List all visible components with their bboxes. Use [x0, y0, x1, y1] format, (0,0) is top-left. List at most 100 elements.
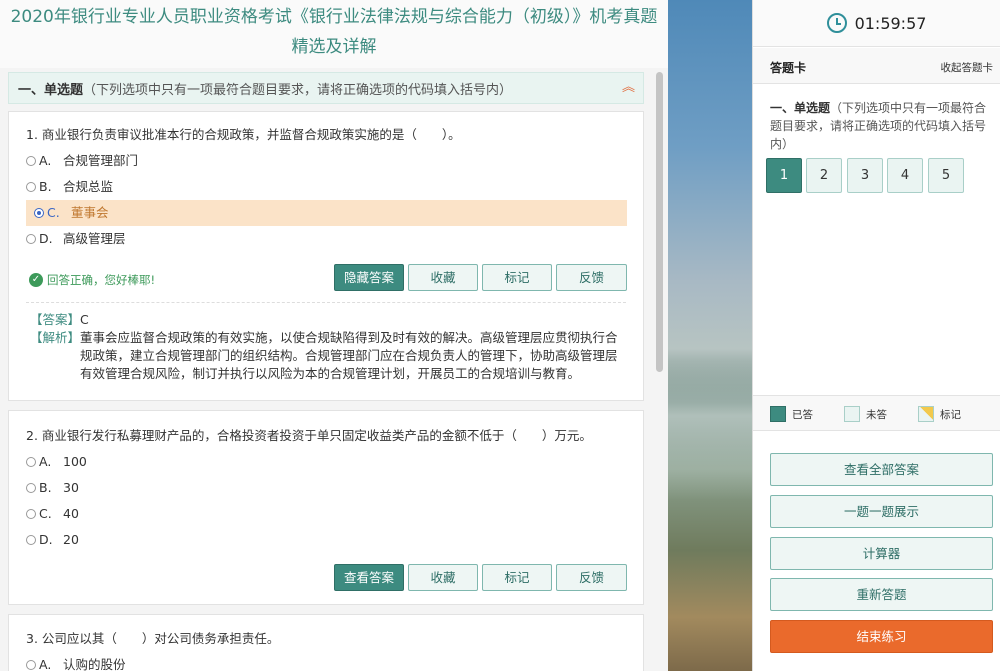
radio-selected-icon[interactable] — [34, 208, 44, 218]
question-text: 2. 商业银行发行私募理财产品的，合格投资者投资于单只固定收益类产品的金额不低于… — [26, 428, 592, 443]
option-d[interactable]: D. 高级管理层 — [26, 226, 126, 252]
option-text: 高级管理层 — [63, 231, 126, 246]
legend-label: 未答 — [866, 408, 887, 421]
option-a[interactable]: A. 合规管理部门 — [26, 148, 138, 174]
one-by-one-button[interactable]: 一题一题展示 — [770, 495, 993, 528]
answer-line: 【答案】 C — [30, 311, 89, 329]
answer-value: C — [80, 312, 89, 327]
legend-label: 标记 — [940, 408, 961, 421]
question-number-3[interactable]: 3 — [847, 158, 883, 193]
scrollbar[interactable] — [656, 72, 664, 671]
option-text: 30 — [63, 480, 79, 495]
question-card-1: 1. 商业银行负责审议批准本行的合规政策，并监督合规政策实施的是（ ）。 A. … — [8, 111, 644, 401]
option-text: 认购的股份 — [63, 657, 126, 671]
page-title: 2020年银行业专业人员职业资格考试《银行业法律法规与综合能力（初级）》机考真题… — [0, 0, 668, 68]
check-circle-icon: ✓ — [29, 273, 43, 287]
question-number-4[interactable]: 4 — [887, 158, 923, 193]
correct-feedback: ✓ 回答正确，您好棒耶! — [29, 272, 155, 288]
page-title-line2: 精选及详解 — [291, 37, 377, 57]
collapse-answer-card-link[interactable]: 收起答题卡 — [941, 60, 994, 75]
radio-icon[interactable] — [26, 660, 36, 670]
option-text: 100 — [63, 454, 87, 469]
legend-marked: 标记 — [918, 406, 961, 422]
answer-card-title: 答题卡 — [770, 61, 807, 75]
option-b[interactable]: B. 30 — [26, 475, 79, 501]
section-header: 一、单选题 （下列选项中只有一项最符合题目要求，请将正确选项的代码填入括号内） … — [8, 72, 644, 104]
question-card-3: 3. 公司应以其（ ）对公司债务承担责任。 A. 认购的股份 — [8, 614, 644, 671]
option-text: 合规管理部门 — [63, 153, 139, 168]
feedback-text: 回答正确，您好棒耶! — [47, 273, 156, 287]
timer: 01:59:57 — [753, 0, 1000, 47]
question-number-5[interactable]: 5 — [928, 158, 964, 193]
hide-answer-button[interactable]: 隐藏答案 — [334, 264, 404, 291]
option-letter: C. — [47, 205, 60, 220]
mark-button[interactable]: 标记 — [482, 264, 552, 291]
view-answer-button[interactable]: 查看答案 — [334, 564, 404, 591]
restart-button[interactable]: 重新答题 — [770, 578, 993, 611]
section-description: （下列选项中只有一项最符合题目要求，请将正确选项的代码填入括号内） — [83, 82, 513, 98]
option-text: 董事会 — [71, 205, 109, 220]
coastline-surf — [668, 360, 752, 500]
question-text: 3. 公司应以其（ ）对公司债务承担责任。 — [26, 631, 280, 646]
answer-card-header: 答题卡 收起答题卡 — [753, 48, 1000, 84]
option-c-selected[interactable]: C. 董事会 — [26, 200, 627, 226]
main-content: 2020年银行业专业人员职业资格考试《银行业法律法规与综合能力（初级）》机考真题… — [0, 0, 668, 671]
mark-button[interactable]: 标记 — [482, 564, 552, 591]
double-chevron-up-icon[interactable]: ︽ — [622, 79, 635, 97]
unanswered-swatch — [844, 406, 860, 422]
analysis-tag: 【解析】 — [30, 330, 81, 345]
option-letter: B. — [39, 480, 52, 495]
option-c[interactable]: C. 40 — [26, 501, 79, 527]
option-text: 合规总监 — [63, 179, 114, 194]
option-text: 40 — [63, 506, 79, 521]
analysis-text: 董事会应监督合规政策的有效实施，以使合规缺陷得到及时有效的解决。高级管理层应贯彻… — [80, 330, 618, 381]
option-letter: B. — [39, 179, 52, 194]
option-letter: A. — [39, 657, 52, 671]
question-card-2: 2. 商业银行发行私募理财产品的，合格投资者投资于单只固定收益类产品的金额不低于… — [8, 410, 644, 605]
option-letter: A. — [39, 153, 52, 168]
question-text: 1. 商业银行负责审议批准本行的合规政策，并监督合规政策实施的是（ ）。 — [26, 127, 461, 142]
calculator-button[interactable]: 计算器 — [770, 537, 993, 570]
option-letter: D. — [39, 231, 53, 246]
option-a[interactable]: A. 100 — [26, 449, 87, 475]
option-a[interactable]: A. 认购的股份 — [26, 652, 126, 671]
option-letter: C. — [39, 506, 52, 521]
answer-card-panel: 01:59:57 答题卡 收起答题卡 一、单选题（下列选项中只有一项最符合题目要… — [752, 0, 1000, 671]
view-all-answers-button[interactable]: 查看全部答案 — [770, 453, 993, 486]
page-title-line1: 2020年银行业专业人员职业资格考试《银行业法律法规与综合能力（初级）》机考真题 — [10, 7, 658, 27]
end-practice-button[interactable]: 结束练习 — [770, 620, 993, 653]
favorite-button[interactable]: 收藏 — [408, 264, 478, 291]
legend-label: 已答 — [792, 408, 813, 421]
option-b[interactable]: B. 合规总监 — [26, 174, 113, 200]
radio-icon[interactable] — [26, 457, 36, 467]
question-number-2[interactable]: 2 — [806, 158, 842, 193]
favorite-button[interactable]: 收藏 — [408, 564, 478, 591]
legend-unanswered: 未答 — [844, 406, 887, 422]
radio-icon[interactable] — [26, 535, 36, 545]
background-landscape-image — [668, 0, 752, 671]
option-d[interactable]: D. 20 — [26, 527, 79, 553]
radio-icon[interactable] — [26, 182, 36, 192]
timer-value: 01:59:57 — [854, 13, 927, 33]
panel-section-name: 一、单选题 — [770, 101, 831, 115]
answered-swatch — [770, 406, 786, 422]
marked-swatch — [918, 406, 934, 422]
scrollbar-thumb[interactable] — [656, 72, 663, 372]
panel-section-label: 一、单选题（下列选项中只有一项最符合题目要求，请将正确选项的代码填入括号内） — [770, 99, 992, 153]
legend-answered: 已答 — [770, 406, 813, 422]
legend: 已答 未答 标记 — [753, 395, 1000, 431]
radio-icon[interactable] — [26, 234, 36, 244]
feedback-button[interactable]: 反馈 — [556, 564, 627, 591]
radio-icon[interactable] — [26, 509, 36, 519]
radio-icon[interactable] — [26, 156, 36, 166]
option-letter: A. — [39, 454, 52, 469]
question-number-1[interactable]: 1 — [766, 158, 802, 193]
clock-icon — [826, 13, 847, 33]
option-letter: D. — [39, 532, 53, 547]
feedback-button[interactable]: 反馈 — [556, 264, 627, 291]
option-text: 20 — [63, 532, 79, 547]
analysis-line: 【解析】 董事会应监督合规政策的有效实施，以使合规缺陷得到及时有效的解决。高级管… — [30, 329, 620, 383]
answer-tag: 【答案】 — [30, 312, 81, 327]
radio-icon[interactable] — [26, 483, 36, 493]
divider — [26, 302, 626, 303]
